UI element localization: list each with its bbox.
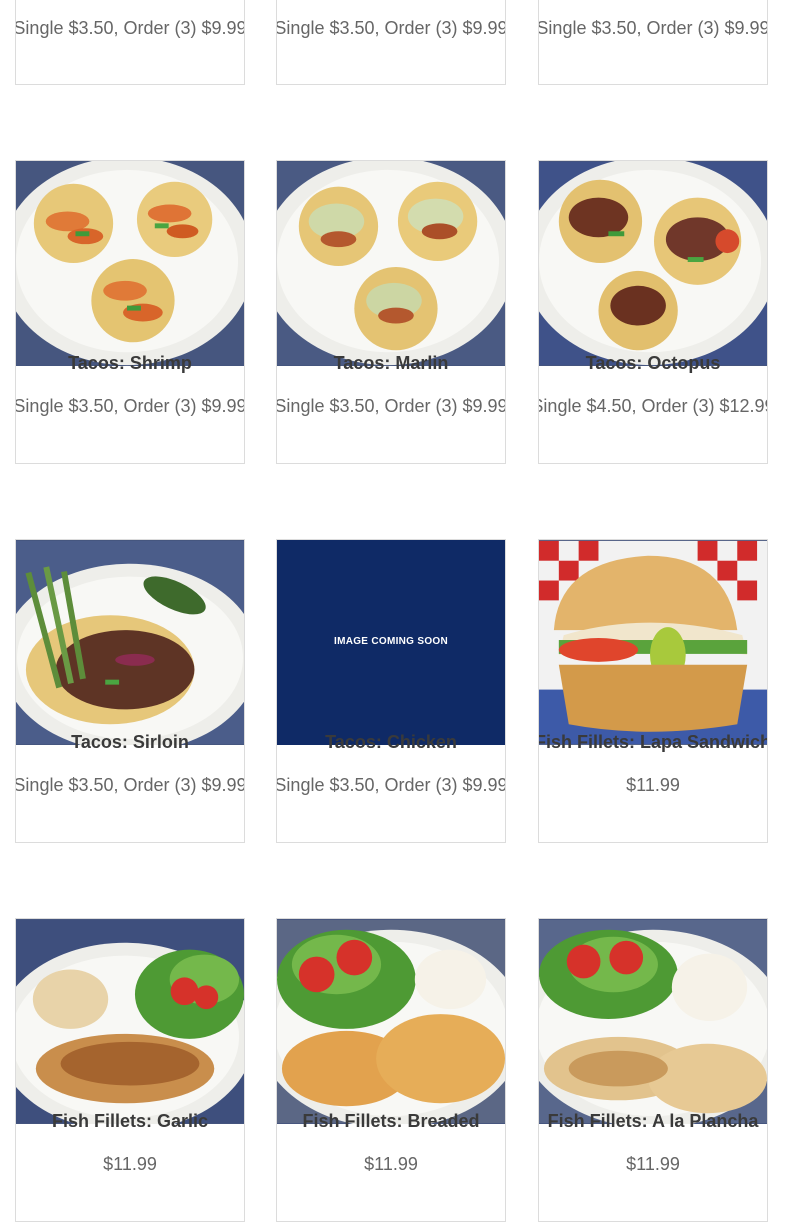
item-price: $11.99 <box>626 775 680 795</box>
item-title[interactable]: Tacos: Shrimp <box>16 353 244 374</box>
marlin-tacos-photo[interactable] <box>277 161 505 366</box>
menu-card-garlic-fillet[interactable]: Fish Fillets: Garlic $11.99 <box>15 918 245 1222</box>
menu-card[interactable]: Single $3.50, Order (3) $9.99 <box>538 0 768 85</box>
sirloin-tacos-photo[interactable] <box>16 540 244 745</box>
item-price: Single $4.50, Order (3) $12.99 <box>538 396 768 416</box>
item-title[interactable]: Fish Fillets: Garlic <box>16 1111 244 1132</box>
item-price: Single $3.50, Order (3) $9.99 <box>15 18 245 38</box>
menu-card-octopus-tacos[interactable]: Tacos: Octopus Single $4.50, Order (3) $… <box>538 160 768 464</box>
garlic-fillet-photo[interactable] <box>16 919 244 1124</box>
item-price: Single $3.50, Order (3) $9.99 <box>276 396 506 416</box>
shrimp-tacos-photo[interactable] <box>16 161 244 366</box>
menu-card-shrimp-tacos[interactable]: Tacos: Shrimp Single $3.50, Order (3) $9… <box>15 160 245 464</box>
menu-card-chicken-tacos[interactable]: IMAGE COMING SOON Tacos: Chicken Single … <box>276 539 506 843</box>
menu-card-marlin-tacos[interactable]: Tacos: Marlin Single $3.50, Order (3) $9… <box>276 160 506 464</box>
menu-card-sirloin-tacos[interactable]: Tacos: Sirloin Single $3.50, Order (3) $… <box>15 539 245 843</box>
menu-card[interactable]: Single $3.50, Order (3) $9.99 <box>276 0 506 85</box>
item-title[interactable]: Tacos: Marlin <box>277 353 505 374</box>
menu-card[interactable]: Single $3.50, Order (3) $9.99 <box>15 0 245 85</box>
menu-card-plancha-fillet[interactable]: Fish Fillets: A la Plancha $11.99 <box>538 918 768 1222</box>
breaded-fillet-photo[interactable] <box>277 919 505 1124</box>
image-coming-soon-placeholder[interactable]: IMAGE COMING SOON <box>277 540 505 745</box>
item-price: Single $3.50, Order (3) $9.99 <box>15 775 245 795</box>
item-title[interactable]: Tacos: Chicken <box>277 732 505 753</box>
item-price: Single $3.50, Order (3) $9.99 <box>276 18 506 38</box>
lapa-sandwich-photo[interactable] <box>539 540 767 745</box>
plancha-fillet-photo[interactable] <box>539 919 767 1124</box>
coming-soon-text: IMAGE COMING SOON <box>334 636 448 647</box>
item-title[interactable]: Tacos: Octopus <box>539 353 767 374</box>
octopus-tacos-photo[interactable] <box>539 161 767 366</box>
item-price: Single $3.50, Order (3) $9.99 <box>15 396 245 416</box>
item-price: Single $3.50, Order (3) $9.99 <box>276 775 506 795</box>
item-title[interactable]: Fish Fillets: Breaded <box>277 1111 505 1132</box>
menu-card-lapa-sandwich[interactable]: Fish Fillets: Lapa Sandwich $11.99 <box>538 539 768 843</box>
item-title[interactable]: Fish Fillets: A la Plancha <box>539 1111 767 1132</box>
item-price: Single $3.50, Order (3) $9.99 <box>538 18 768 38</box>
item-title[interactable]: Tacos: Sirloin <box>16 732 244 753</box>
item-title[interactable]: Fish Fillets: Lapa Sandwich <box>539 732 767 753</box>
menu-card-breaded-fillet[interactable]: Fish Fillets: Breaded $11.99 <box>276 918 506 1222</box>
